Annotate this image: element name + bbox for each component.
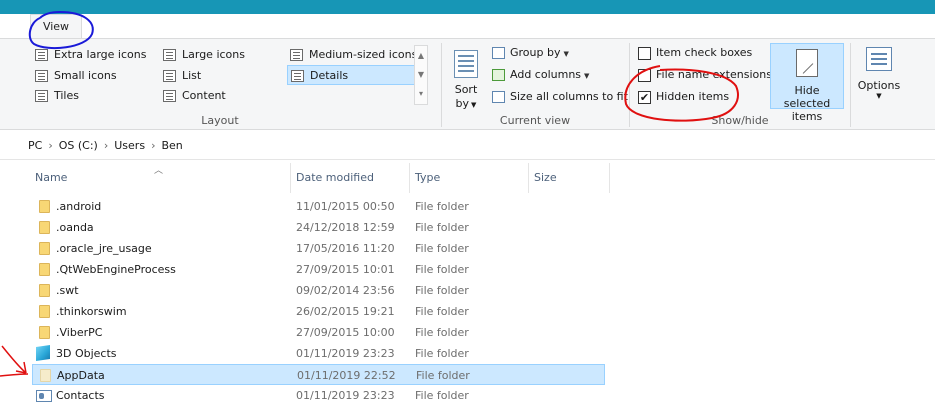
red-circle-annotation [624, 65, 739, 122]
annotation-overlay [0, 10, 739, 377]
red-arrow-annotation [0, 345, 29, 377]
blue-circle-annotation [28, 10, 94, 50]
